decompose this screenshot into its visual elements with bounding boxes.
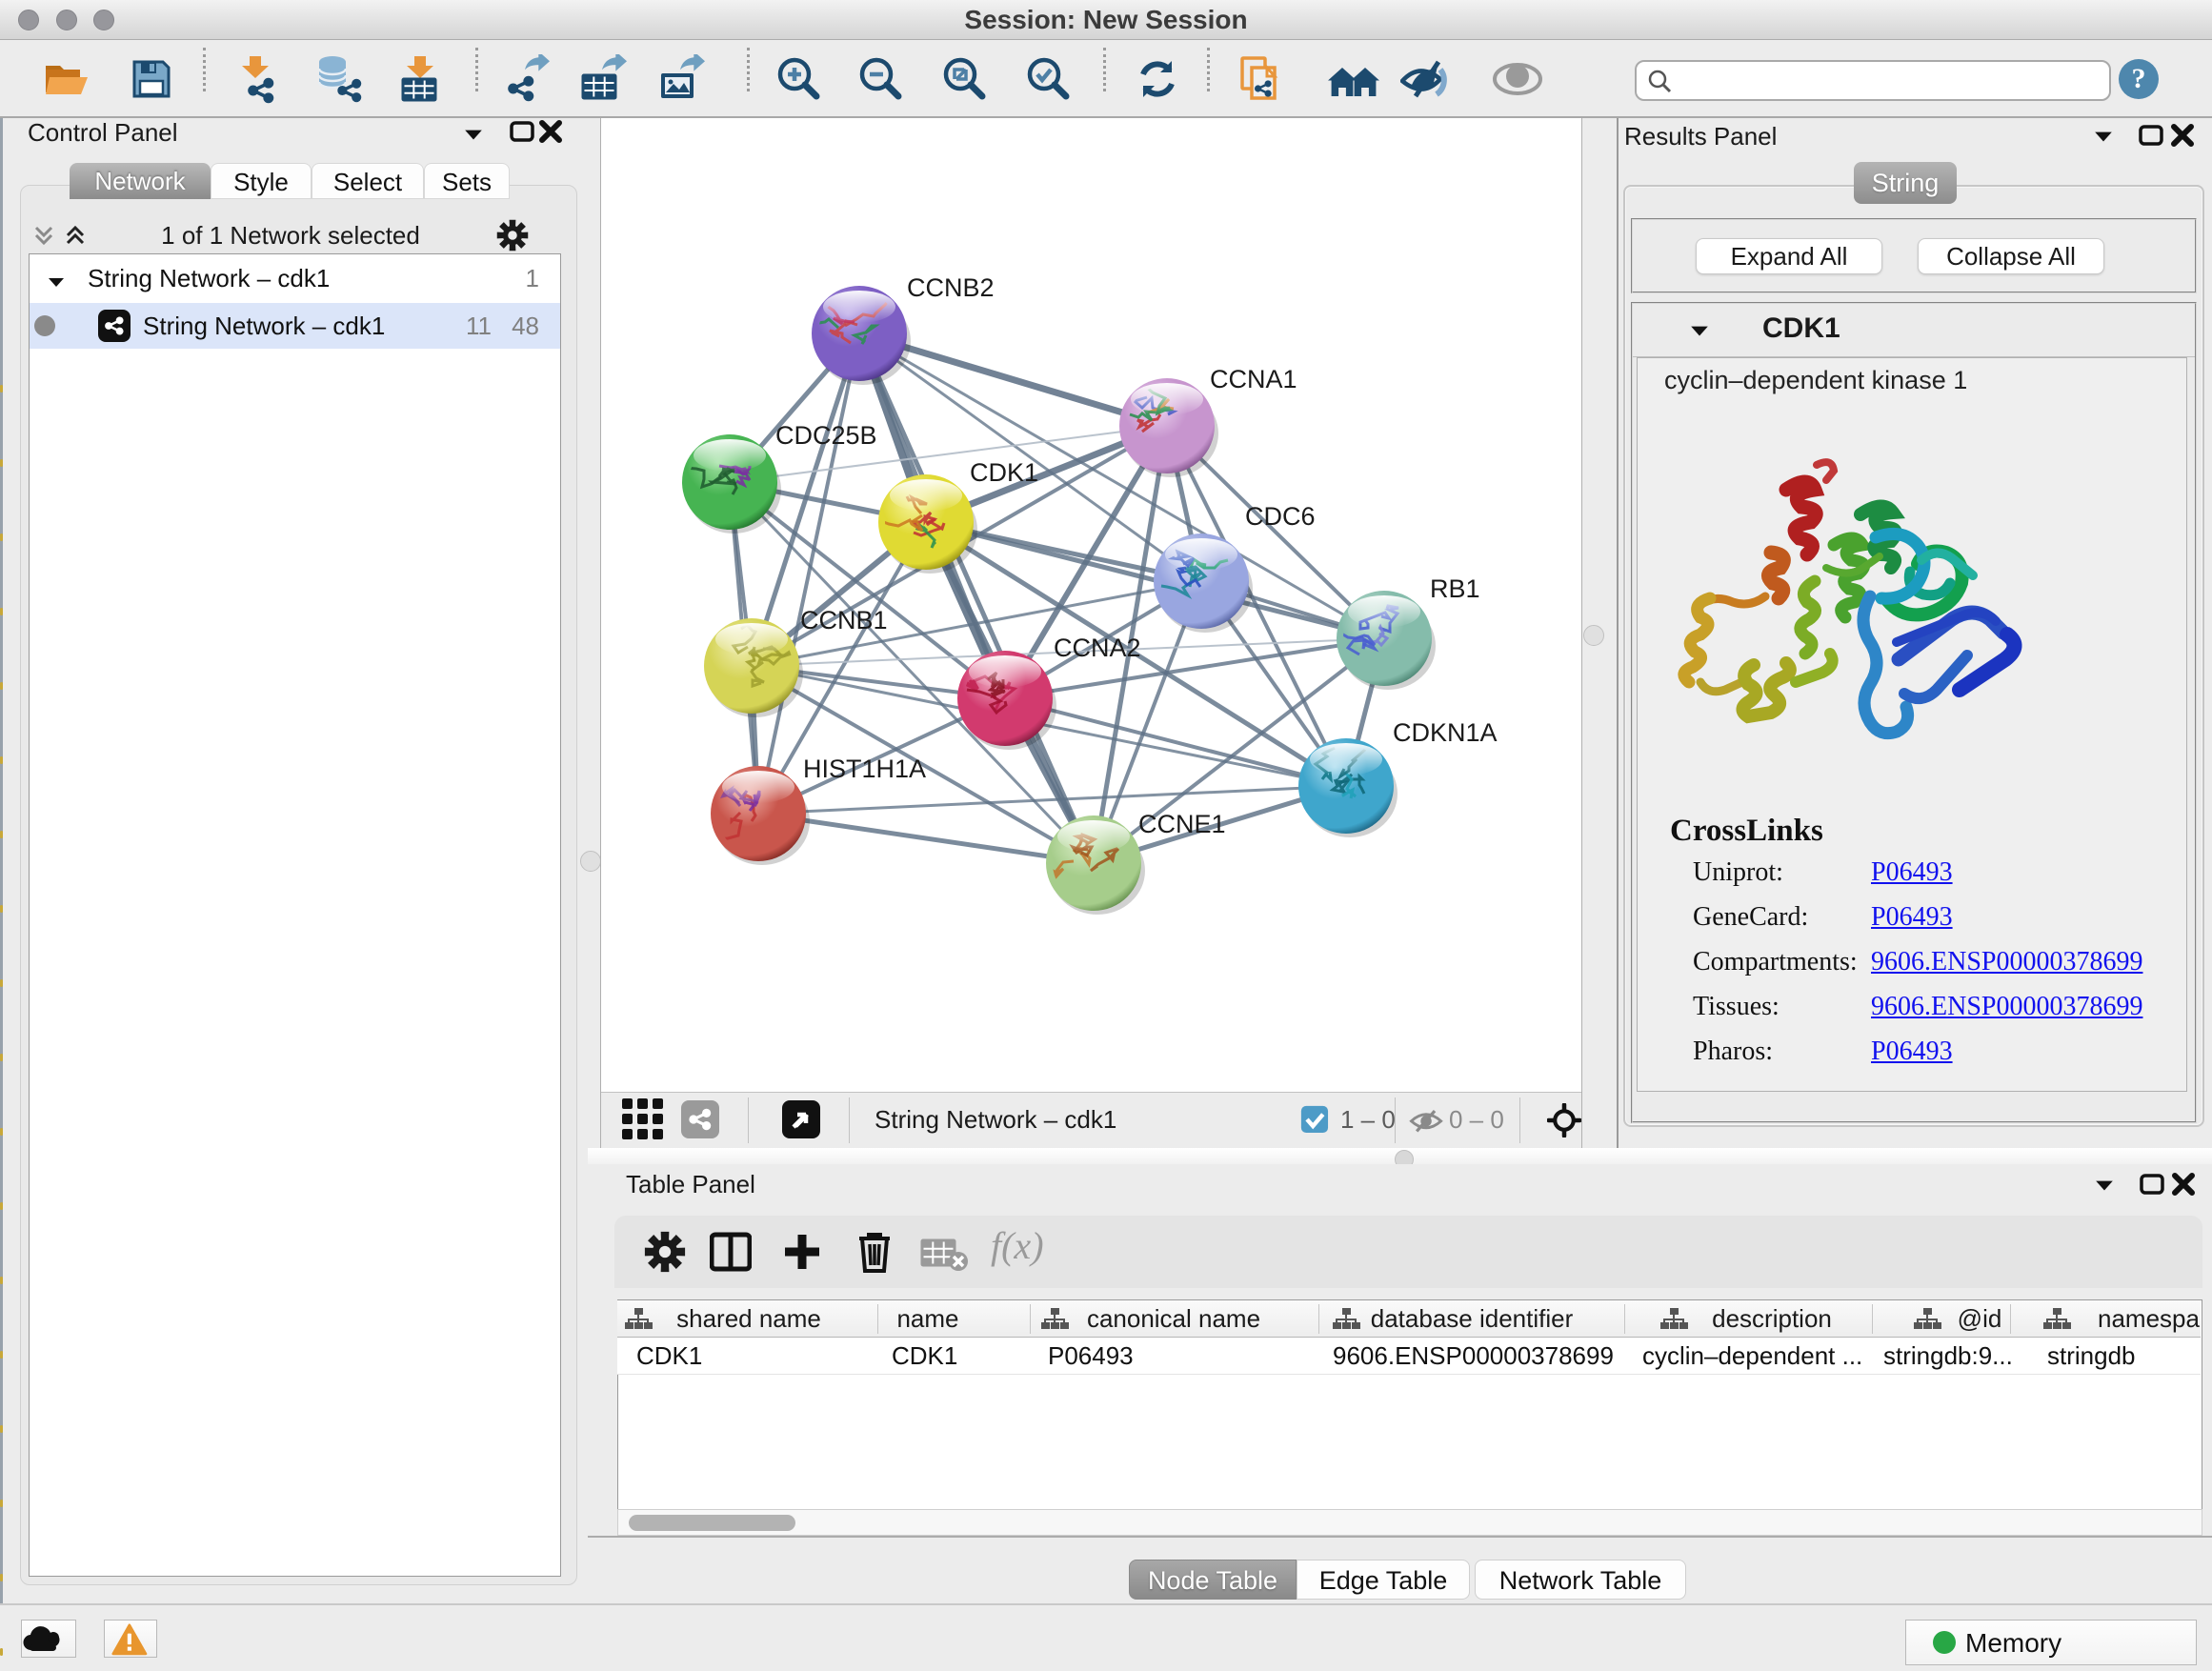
svg-text:HIST1H1A: HIST1H1A — [803, 755, 926, 783]
svg-text:CCNB1: CCNB1 — [800, 606, 888, 634]
svg-text:CDK1: CDK1 — [970, 458, 1038, 487]
svg-text:CDC25B: CDC25B — [775, 421, 877, 450]
svg-text:CCNA2: CCNA2 — [1054, 634, 1141, 662]
svg-text:CDC6: CDC6 — [1245, 502, 1316, 531]
svg-text:CCNE1: CCNE1 — [1138, 810, 1226, 838]
svg-text:CCNA1: CCNA1 — [1210, 365, 1297, 393]
svg-text:RB1: RB1 — [1430, 574, 1480, 603]
svg-text:?: ? — [2132, 63, 2146, 94]
svg-text:CCNB2: CCNB2 — [907, 273, 995, 302]
svg-text:CDKN1A: CDKN1A — [1393, 718, 1498, 747]
